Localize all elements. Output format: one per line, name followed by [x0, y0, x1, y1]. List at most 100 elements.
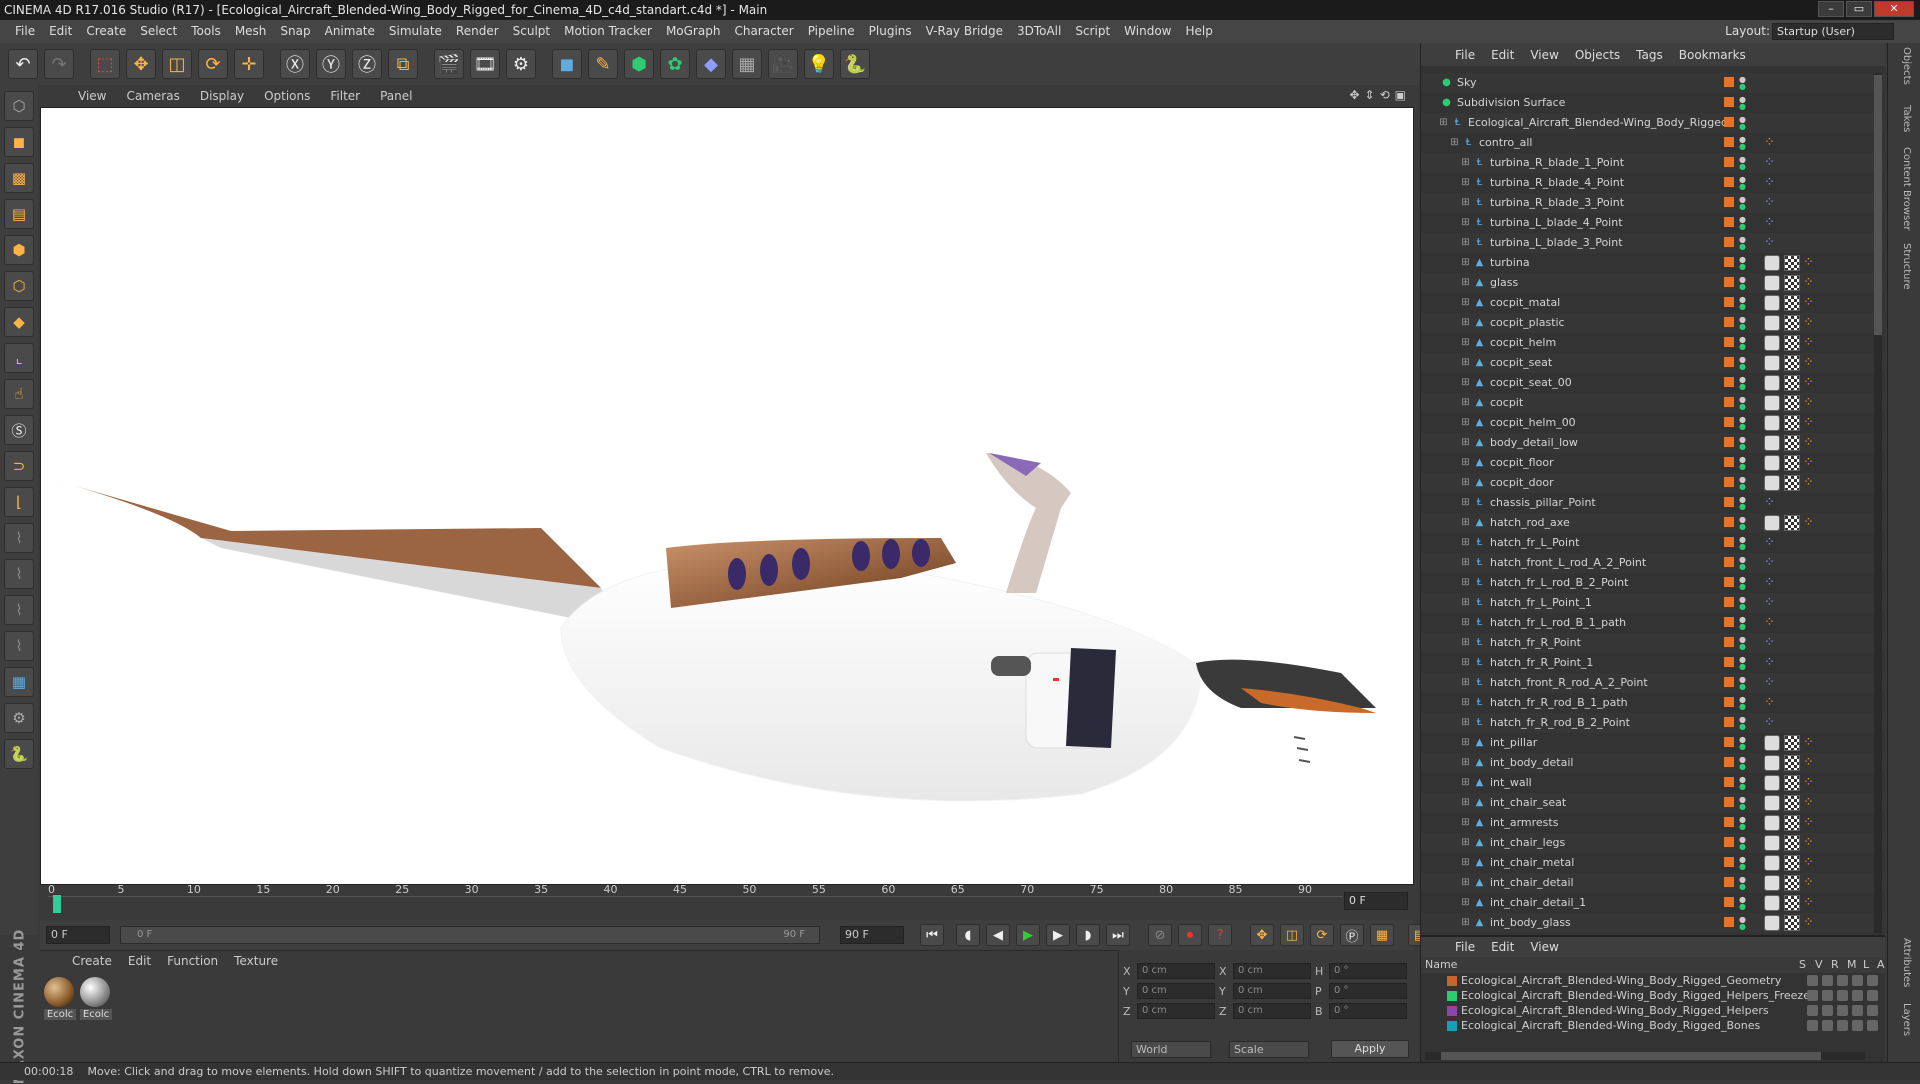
smooth-brush-icon[interactable]: ⌇	[4, 631, 34, 661]
last-tool-icon[interactable]: ✛	[234, 49, 264, 79]
array-icon[interactable]: ✿	[660, 49, 690, 79]
visibility-dots[interactable]: ● ●	[1739, 316, 1746, 331]
layer-flag-icons[interactable]	[1807, 1020, 1878, 1031]
uvw-tag-icon[interactable]	[1784, 815, 1800, 831]
material-tag-icon[interactable]	[1764, 795, 1780, 811]
floor-icon[interactable]: ▦	[732, 49, 762, 79]
python-script-icon[interactable]: 🐍	[4, 739, 34, 769]
layer-scrollbar[interactable]	[1425, 1052, 1865, 1060]
material-tag-icon[interactable]	[1764, 415, 1780, 431]
layer-color-swatch[interactable]	[1724, 537, 1734, 547]
material-item[interactable]: Ecolc	[44, 977, 76, 1020]
visibility-dots[interactable]: ● ●	[1739, 176, 1746, 191]
expand-toggle-icon[interactable]: ⊞	[1460, 317, 1471, 328]
maximize-button[interactable]: ▭	[1846, 1, 1872, 17]
visibility-dots[interactable]: ● ●	[1739, 576, 1746, 591]
uvw-tag-icon[interactable]	[1784, 875, 1800, 891]
uvw-tag-icon[interactable]	[1784, 435, 1800, 451]
key-scale-icon[interactable]: ◫	[1280, 924, 1304, 946]
layer-flag-icon[interactable]	[1837, 990, 1848, 1001]
visibility-dots[interactable]: ● ●	[1739, 516, 1746, 531]
constraint-tag-icon[interactable]: ⁘	[1764, 213, 1775, 233]
expand-toggle-icon[interactable]: ⊞	[1460, 597, 1471, 608]
constraint-tag-icon[interactable]: ⁘	[1764, 153, 1775, 173]
coord-value-field[interactable]: 0 °	[1329, 1003, 1407, 1019]
constraint-tag-icon[interactable]: ⁘	[1764, 553, 1775, 573]
tab-structure[interactable]: Structure	[1901, 243, 1912, 290]
visibility-dots[interactable]: ● ●	[1739, 536, 1746, 551]
expand-toggle-icon[interactable]: ⊞	[1460, 377, 1471, 388]
selection-tag-icon[interactable]: ⁘	[1803, 473, 1814, 493]
timeline-playhead[interactable]	[53, 895, 61, 913]
menu-pipeline[interactable]: Pipeline	[801, 20, 862, 43]
object-row[interactable]: ⊞ ▲ int_chair_seat ● ● ⁘	[1421, 793, 1886, 813]
expand-toggle-icon[interactable]: ⊞	[1460, 197, 1471, 208]
render-picture-viewer-icon[interactable]: 🎞	[470, 49, 500, 79]
visibility-dots[interactable]: ● ●	[1739, 656, 1746, 671]
layer-color-swatch[interactable]	[1724, 597, 1734, 607]
object-row[interactable]: ⊞ Ⱡhatch_fr_L_Point ● ● ⁘	[1421, 533, 1886, 553]
coord-value-field[interactable]: 0 °	[1329, 963, 1407, 979]
layer-color-swatch[interactable]	[1724, 797, 1734, 807]
preview-range-slider[interactable]: 0 F 90 F	[120, 926, 820, 944]
magnet-icon[interactable]: ⊃	[4, 451, 34, 481]
render-settings-icon[interactable]: ⚙	[506, 49, 536, 79]
layer-color-swatch[interactable]	[1724, 97, 1734, 107]
object-row[interactable]: ⊞ ▲ cocpit_matal ● ● ⁘	[1421, 293, 1886, 313]
key-pla-icon[interactable]: ▦	[1370, 924, 1394, 946]
layer-color-swatch[interactable]	[1724, 577, 1734, 587]
layer-color-swatch[interactable]	[1724, 717, 1734, 727]
constraint-tag-icon[interactable]: ⁘	[1764, 633, 1775, 653]
make-editable-icon[interactable]: ⬡	[4, 91, 34, 121]
grid-icon[interactable]: ⚙	[4, 703, 34, 733]
weight-tool-icon[interactable]: ⌇	[4, 559, 34, 589]
visibility-dots[interactable]: ● ●	[1739, 816, 1746, 831]
layer-color-swatch[interactable]	[1724, 637, 1734, 647]
layer-color-swatch[interactable]	[1724, 897, 1734, 907]
uvw-tag-icon[interactable]	[1784, 335, 1800, 351]
layer-flag-icon[interactable]	[1852, 1020, 1863, 1031]
visibility-dots[interactable]: ● ●	[1739, 236, 1746, 251]
uvw-tag-icon[interactable]	[1784, 735, 1800, 751]
uvw-tag-icon[interactable]	[1784, 415, 1800, 431]
object-row[interactable]: ⊞ ▲ int_chair_detail ● ● ⁘	[1421, 873, 1886, 893]
object-row[interactable]: ⊞ ▲ int_body_glass ● ● ⁘	[1421, 913, 1886, 933]
menu-simulate[interactable]: Simulate	[382, 20, 449, 43]
start-frame-field[interactable]: 0 F	[46, 926, 110, 944]
selection-tag-icon[interactable]: ⁘	[1803, 333, 1814, 353]
constraint-tag-icon[interactable]: ⁘	[1764, 533, 1775, 553]
selection-tag-icon[interactable]: ⁘	[1803, 273, 1814, 293]
viewport-menu-display[interactable]: Display	[190, 89, 254, 103]
visibility-dots[interactable]: ● ●	[1739, 756, 1746, 771]
key-parameter-icon[interactable]: Ⓟ	[1340, 924, 1364, 946]
brush-icon[interactable]: ⌇	[4, 523, 34, 553]
layer-row[interactable]: Ecological_Aircraft_Blended-Wing_Body_Ri…	[1421, 1018, 1885, 1033]
previous-key-icon[interactable]: ◖	[956, 924, 980, 946]
record-keys-icon[interactable]: ⊘	[1148, 924, 1172, 946]
object-row[interactable]: ⊞ Ⱡhatch_fr_R_Point_1 ● ● ⁘	[1421, 653, 1886, 673]
uvw-tag-icon[interactable]	[1784, 475, 1800, 491]
next-key-icon[interactable]: ◗	[1076, 924, 1100, 946]
object-menu-bookmarks[interactable]: Bookmarks	[1671, 48, 1754, 62]
visibility-dots[interactable]: ● ●	[1739, 416, 1746, 431]
layer-color-swatch[interactable]	[1724, 377, 1734, 387]
visibility-dots[interactable]: ● ●	[1739, 456, 1746, 471]
visibility-dots[interactable]: ● ●	[1739, 736, 1746, 751]
visibility-dots[interactable]: ● ●	[1739, 496, 1746, 511]
viewport-menu-filter[interactable]: Filter	[320, 89, 370, 103]
selection-tag-icon[interactable]: ⁘	[1803, 813, 1814, 833]
constraint-tag-icon[interactable]: ⁘	[1764, 573, 1775, 593]
object-row[interactable]: ⊞ Ⱡturbina_R_blade_4_Point ● ● ⁘	[1421, 173, 1886, 193]
expand-toggle-icon[interactable]: ⊞	[1460, 417, 1471, 428]
layer-color-swatch[interactable]	[1724, 517, 1734, 527]
uvw-tag-icon[interactable]	[1784, 755, 1800, 771]
dolly-icon[interactable]: ⇕	[1365, 88, 1375, 102]
expand-toggle-icon[interactable]: ⊞	[1460, 297, 1471, 308]
layer-flag-icon[interactable]	[1867, 990, 1878, 1001]
layer-color-swatch[interactable]	[1724, 777, 1734, 787]
menu-3dtoall[interactable]: 3DToAll	[1010, 20, 1068, 43]
object-row[interactable]: ⊞ Ⱡcontro_all ● ● ⁘	[1421, 133, 1886, 153]
layer-color-swatch[interactable]	[1724, 217, 1734, 227]
menu-v-ray-bridge[interactable]: V-Ray Bridge	[919, 20, 1010, 43]
object-row[interactable]: ⊞ Ⱡhatch_fr_R_Point ● ● ⁘	[1421, 633, 1886, 653]
